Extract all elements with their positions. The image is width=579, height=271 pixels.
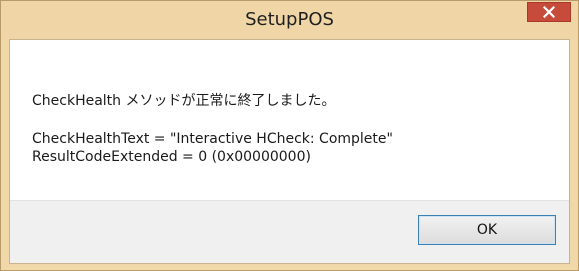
dialog-client-area: CheckHealth メソッドが正常に終了しました。 CheckHealthT… xyxy=(9,39,570,264)
message-result-code: ResultCodeExtended = 0 (0x00000000) xyxy=(32,149,311,165)
message-status: CheckHealth メソッドが正常に終了しました。 xyxy=(32,93,336,109)
message-health-text: CheckHealthText = "Interactive HCheck: C… xyxy=(32,131,393,147)
button-bar: OK xyxy=(10,200,569,263)
dialog-window: SetupPOS CheckHealth メソッドが正常に終了しました。 Che… xyxy=(0,0,579,271)
close-icon xyxy=(543,6,555,18)
ok-button[interactable]: OK xyxy=(418,215,556,245)
title-bar[interactable]: SetupPOS xyxy=(1,1,578,39)
close-button[interactable] xyxy=(527,2,571,22)
message-area: CheckHealth メソッドが正常に終了しました。 CheckHealthT… xyxy=(10,40,569,200)
window-title: SetupPOS xyxy=(245,9,334,30)
